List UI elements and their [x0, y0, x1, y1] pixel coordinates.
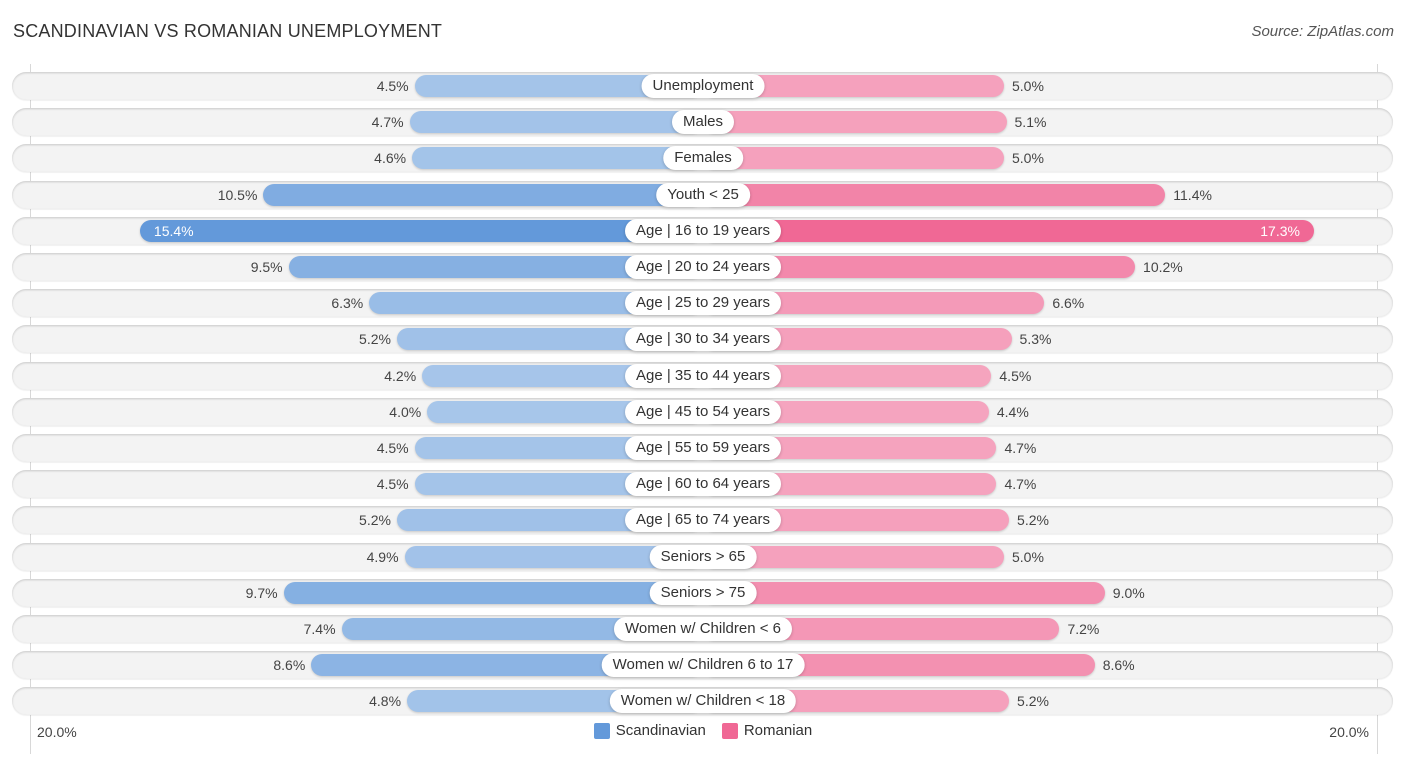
value-label-scandinavian: 4.6%: [374, 150, 407, 167]
value-label-scandinavian: 5.2%: [359, 331, 391, 348]
value-label-scandinavian: 10.5%: [217, 186, 258, 203]
value-label-romanian: 5.0%: [1012, 150, 1044, 167]
value-label-romanian: 5.3%: [1019, 331, 1052, 348]
chart-title: SCANDINAVIAN VS ROMANIAN UNEMPLOYMENT: [13, 21, 443, 41]
value-label-romanian: 5.0%: [1012, 548, 1044, 565]
value-label-romanian: 5.1%: [1014, 114, 1047, 131]
category-label: Age | 30 to 34 years: [625, 327, 781, 352]
category-label: Age | 16 to 19 years: [625, 218, 781, 243]
value-label-romanian: 4.7%: [1004, 440, 1037, 456]
value-label-romanian: 5.0%: [1012, 78, 1044, 94]
bar-scandinavian[interactable]: [409, 111, 703, 134]
value-label-scandinavian: 4.5%: [376, 476, 409, 493]
category-label: Youth < 25: [656, 182, 750, 207]
category-label: Age | 35 to 44 years: [625, 363, 781, 388]
value-label-scandinavian: 5.2%: [359, 512, 391, 529]
category-label: Seniors > 65: [649, 544, 757, 569]
value-label-scandinavian: 4.2%: [384, 367, 417, 384]
value-label-scandinavian: 4.8%: [369, 693, 402, 710]
value-label-romanian: 4.5%: [999, 367, 1032, 384]
value-label-scandinavian: 6.3%: [331, 295, 364, 312]
value-label-scandinavian: 4.9%: [366, 548, 399, 565]
category-label: Age | 25 to 29 years: [625, 291, 781, 316]
value-label-scandinavian: 15.4%: [153, 222, 194, 239]
value-label-romanian: 4.7%: [1004, 476, 1037, 493]
value-label-romanian: 6.6%: [1052, 295, 1085, 312]
source-label: Source: ZipAtlas.com: [1251, 23, 1394, 40]
bar-romanian[interactable]: [703, 581, 1105, 604]
bar-scandinavian[interactable]: [263, 183, 703, 206]
category-label: Age | 20 to 24 years: [625, 255, 781, 279]
category-label: Women w/ Children < 18: [609, 689, 797, 714]
value-label-scandinavian: 9.7%: [245, 584, 278, 601]
value-label-romanian: 4.4%: [996, 403, 1029, 420]
category-label: Age | 60 to 64 years: [625, 472, 781, 497]
value-label-romanian: 9.0%: [1112, 584, 1145, 601]
category-label: Age | 65 to 74 years: [625, 508, 781, 533]
category-label: Women w/ Children < 6: [613, 617, 793, 641]
category-label: Age | 45 to 54 years: [625, 399, 781, 424]
category-label: Females: [663, 146, 743, 171]
category-label: Unemployment: [641, 74, 765, 98]
category-label: Women w/ Children 6 to 17: [601, 653, 805, 678]
legend: Scandinavian Romanian: [0, 722, 1406, 739]
value-label-romanian: 5.2%: [1017, 512, 1049, 529]
value-label-romanian: 8.6%: [1102, 657, 1135, 674]
bar-romanian[interactable]: [703, 111, 1007, 134]
value-label-scandinavian: 4.5%: [376, 78, 409, 94]
value-label-scandinavian: 4.7%: [371, 114, 404, 131]
legend-swatch-scandinavian: [593, 722, 610, 739]
value-label-romanian: 10.2%: [1143, 259, 1183, 275]
bar-scandinavian[interactable]: [412, 147, 703, 170]
bar-romanian[interactable]: [703, 147, 1004, 170]
bar-scandinavian[interactable]: [139, 219, 703, 242]
legend-item-scandinavian[interactable]: Scandinavian: [593, 722, 706, 739]
value-label-scandinavian: 7.4%: [303, 621, 336, 637]
category-label: Males: [671, 110, 735, 135]
value-label-romanian: 5.2%: [1017, 693, 1049, 710]
legend-item-romanian[interactable]: Romanian: [721, 722, 813, 739]
bar-romanian[interactable]: [703, 183, 1166, 206]
category-label: Age | 55 to 59 years: [625, 436, 781, 460]
value-label-scandinavian: 9.5%: [250, 259, 283, 275]
legend-label-romanian: Romanian: [743, 722, 813, 739]
legend-swatch-romanian: [721, 722, 738, 739]
value-label-scandinavian: 4.5%: [376, 440, 409, 456]
value-label-scandinavian: 8.6%: [273, 657, 306, 674]
value-label-romanian: 11.4%: [1173, 186, 1212, 203]
legend-label-scandinavian: Scandinavian: [615, 722, 706, 739]
bar-romanian[interactable]: [703, 219, 1314, 242]
value-label-scandinavian: 4.0%: [389, 403, 422, 420]
value-label-romanian: 17.3%: [1260, 222, 1300, 239]
value-label-romanian: 7.2%: [1067, 621, 1100, 637]
bar-scandinavian[interactable]: [283, 581, 703, 604]
category-label: Seniors > 75: [649, 580, 757, 605]
